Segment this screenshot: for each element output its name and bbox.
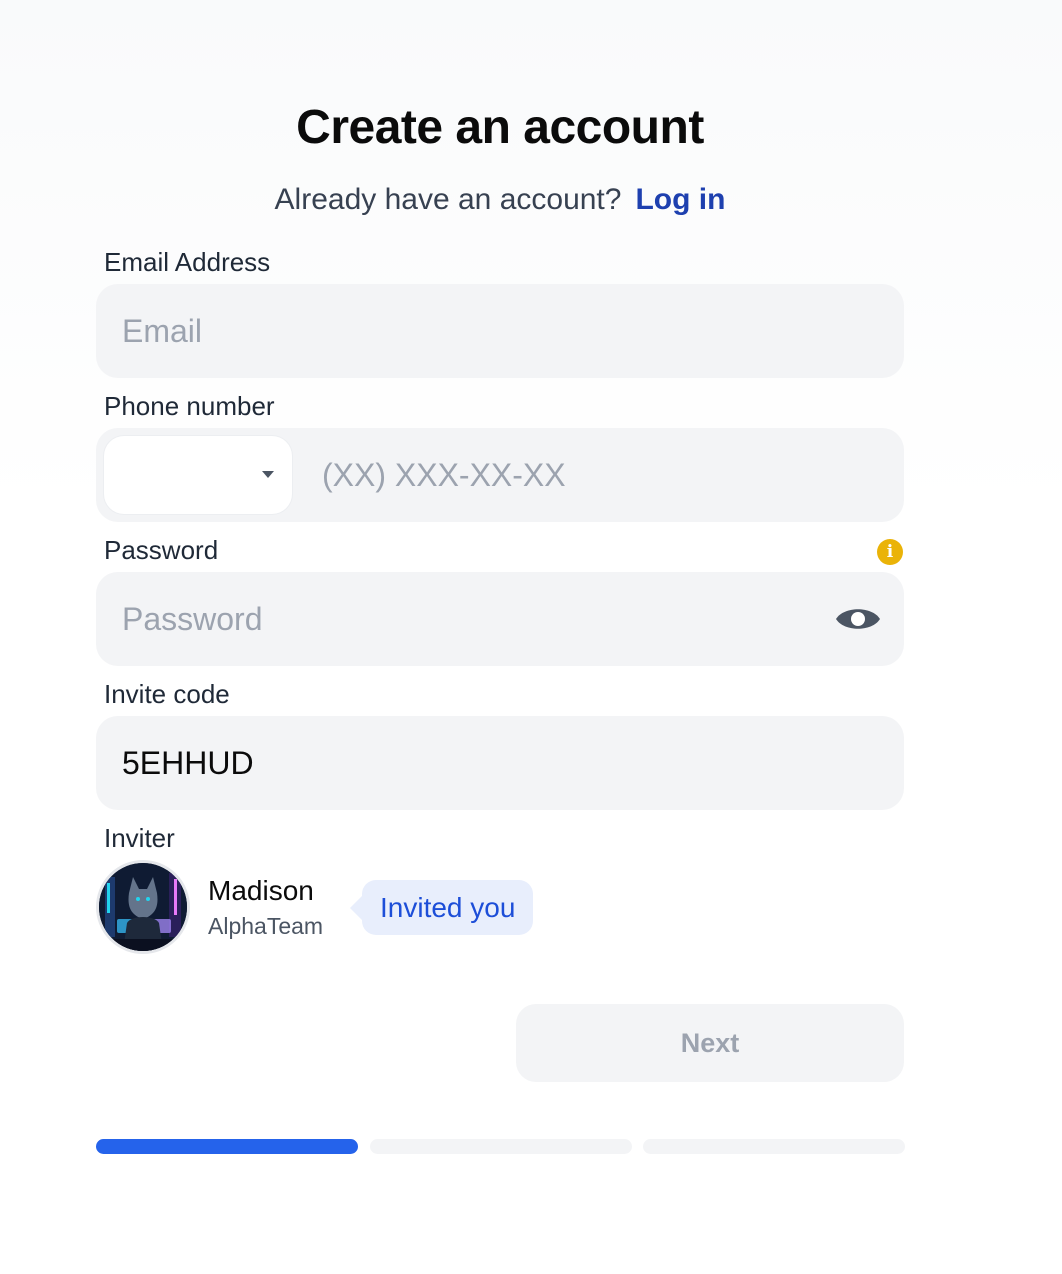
login-prompt: Already have an account? Log in [0,183,1000,217]
chevron-down-icon [262,471,274,478]
invited-badge: Invited you [349,880,534,935]
info-icon[interactable]: i [877,539,903,565]
inviter-label: Inviter [104,823,175,853]
phone-label: Phone number [104,391,275,421]
login-prompt-text: Already have an account? [274,183,622,216]
invite-code-field-container [96,716,904,810]
inviter-card: Madison AlphaTeam Invited you [96,860,904,956]
email-input[interactable] [122,284,802,378]
signup-page: Create an account Already have an accoun… [0,0,1062,1274]
country-code-select[interactable] [104,436,292,514]
email-field-container [96,284,904,378]
inviter-team: AlphaTeam [208,913,324,939]
password-input[interactable] [122,572,802,666]
progress-step-1 [96,1139,358,1154]
next-button[interactable]: Next [516,1004,904,1082]
eye-icon[interactable] [834,603,882,635]
email-label: Email Address [104,247,271,277]
inviter-name: Madison [208,875,314,906]
progress-step-3 [643,1139,905,1154]
password-label: Password [104,535,219,565]
avatar-image [99,863,187,951]
progress-step-2 [370,1139,632,1154]
login-link[interactable]: Log in [635,183,725,216]
invite-code-input[interactable] [122,716,802,810]
phone-field-container [96,428,904,522]
avatar [96,860,190,954]
page-title: Create an account [296,101,704,154]
phone-input[interactable] [322,428,882,522]
invite-code-label: Invite code [104,679,230,709]
password-field-container [96,572,904,666]
